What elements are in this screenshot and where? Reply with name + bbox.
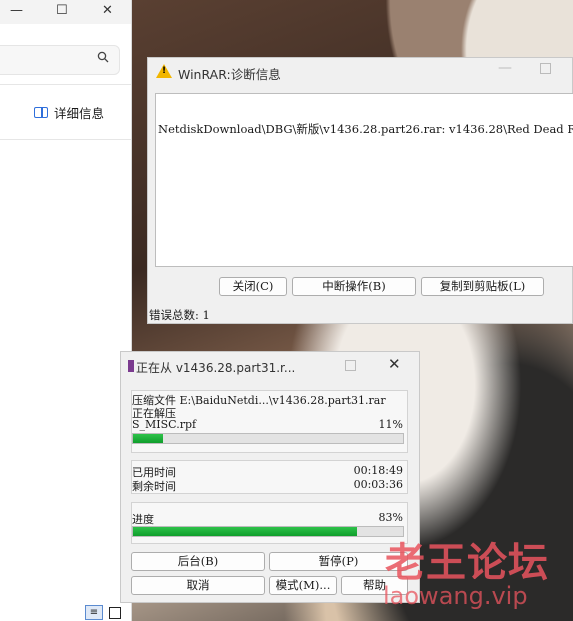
watermark-cn: 老王论坛 bbox=[385, 540, 549, 586]
cancel-button[interactable]: 取消 bbox=[131, 576, 265, 595]
overall-group: 进度 83% bbox=[131, 502, 408, 544]
details-pane-button[interactable]: 详细信息 bbox=[34, 103, 104, 122]
divider bbox=[0, 139, 131, 140]
file-progress-bar bbox=[132, 433, 404, 444]
file-percent: 11% bbox=[378, 418, 403, 431]
mode-button[interactable]: 模式(M)... bbox=[269, 576, 337, 595]
maximize-button[interactable] bbox=[345, 360, 356, 371]
details-view-icon[interactable]: ≡ bbox=[85, 605, 103, 620]
remaining-value: 00:03:36 bbox=[353, 478, 403, 491]
site-watermark: 老王论坛 laowang.vip bbox=[383, 530, 549, 610]
close-dialog-button[interactable]: 关闭(C) bbox=[219, 277, 287, 296]
warning-icon bbox=[156, 64, 172, 78]
file-explorer-window: — ☐ ✕ 详细信息 ≡ bbox=[0, 0, 132, 621]
elapsed-value: 00:18:49 bbox=[353, 464, 403, 477]
maximize-button[interactable] bbox=[540, 63, 551, 74]
current-file: S_MISC.rpf bbox=[132, 418, 197, 431]
file-progress-fill bbox=[133, 434, 163, 443]
divider bbox=[0, 84, 131, 85]
view-switcher: ≡ bbox=[85, 605, 121, 620]
explorer-titlebar: — ☐ ✕ bbox=[0, 0, 131, 24]
error-message[interactable]: NetdiskDownload\DBG\新版\v1436.28.part26.r… bbox=[158, 121, 573, 137]
winrar-icon bbox=[128, 360, 134, 372]
interrupt-button[interactable]: 中断操作(B) bbox=[292, 277, 416, 296]
dialog-titlebar: WinRAR:诊断信息 — bbox=[148, 58, 572, 86]
details-label: 详细信息 bbox=[54, 106, 105, 121]
background-button[interactable]: 后台(B) bbox=[131, 552, 265, 571]
dialog-title: WinRAR:诊断信息 bbox=[178, 67, 281, 82]
search-box[interactable] bbox=[0, 45, 120, 75]
search-icon bbox=[97, 51, 109, 67]
time-group: 已用时间 00:18:49 剩余时间 00:03:36 bbox=[131, 460, 408, 494]
remaining-label: 剩余时间 bbox=[132, 480, 176, 493]
maximize-button[interactable]: ☐ bbox=[56, 3, 68, 18]
watermark-en: laowang.vip bbox=[383, 582, 528, 610]
large-icons-view-icon[interactable] bbox=[109, 607, 121, 619]
overall-progress-bar bbox=[132, 526, 404, 537]
error-count: 错误总数: 1 bbox=[149, 308, 210, 322]
extraction-progress-dialog: 正在从 v1436.28.part31.r... ✕ 压缩文件 E:\Baidu… bbox=[120, 351, 420, 603]
file-group: 压缩文件 E:\BaiduNetdi...\v1436.28.part31.ra… bbox=[131, 390, 408, 453]
close-button[interactable]: ✕ bbox=[102, 3, 113, 18]
details-pane-icon bbox=[34, 107, 48, 118]
overall-progress-fill bbox=[133, 527, 358, 536]
minimize-button[interactable]: — bbox=[498, 60, 512, 76]
minimize-button[interactable]: — bbox=[10, 3, 23, 18]
copy-to-clipboard-button[interactable]: 复制到剪贴板(L) bbox=[421, 277, 544, 296]
progress-title: 正在从 v1436.28.part31.r... bbox=[136, 361, 296, 375]
close-button[interactable]: ✕ bbox=[388, 355, 401, 373]
overall-label: 进度 bbox=[132, 513, 154, 526]
diagnostic-dialog: WinRAR:诊断信息 — NetdiskDownload\DBG\新版\v14… bbox=[147, 57, 573, 324]
message-list[interactable]: NetdiskDownload\DBG\新版\v1436.28.part26.r… bbox=[155, 93, 573, 267]
overall-percent: 83% bbox=[378, 511, 403, 524]
